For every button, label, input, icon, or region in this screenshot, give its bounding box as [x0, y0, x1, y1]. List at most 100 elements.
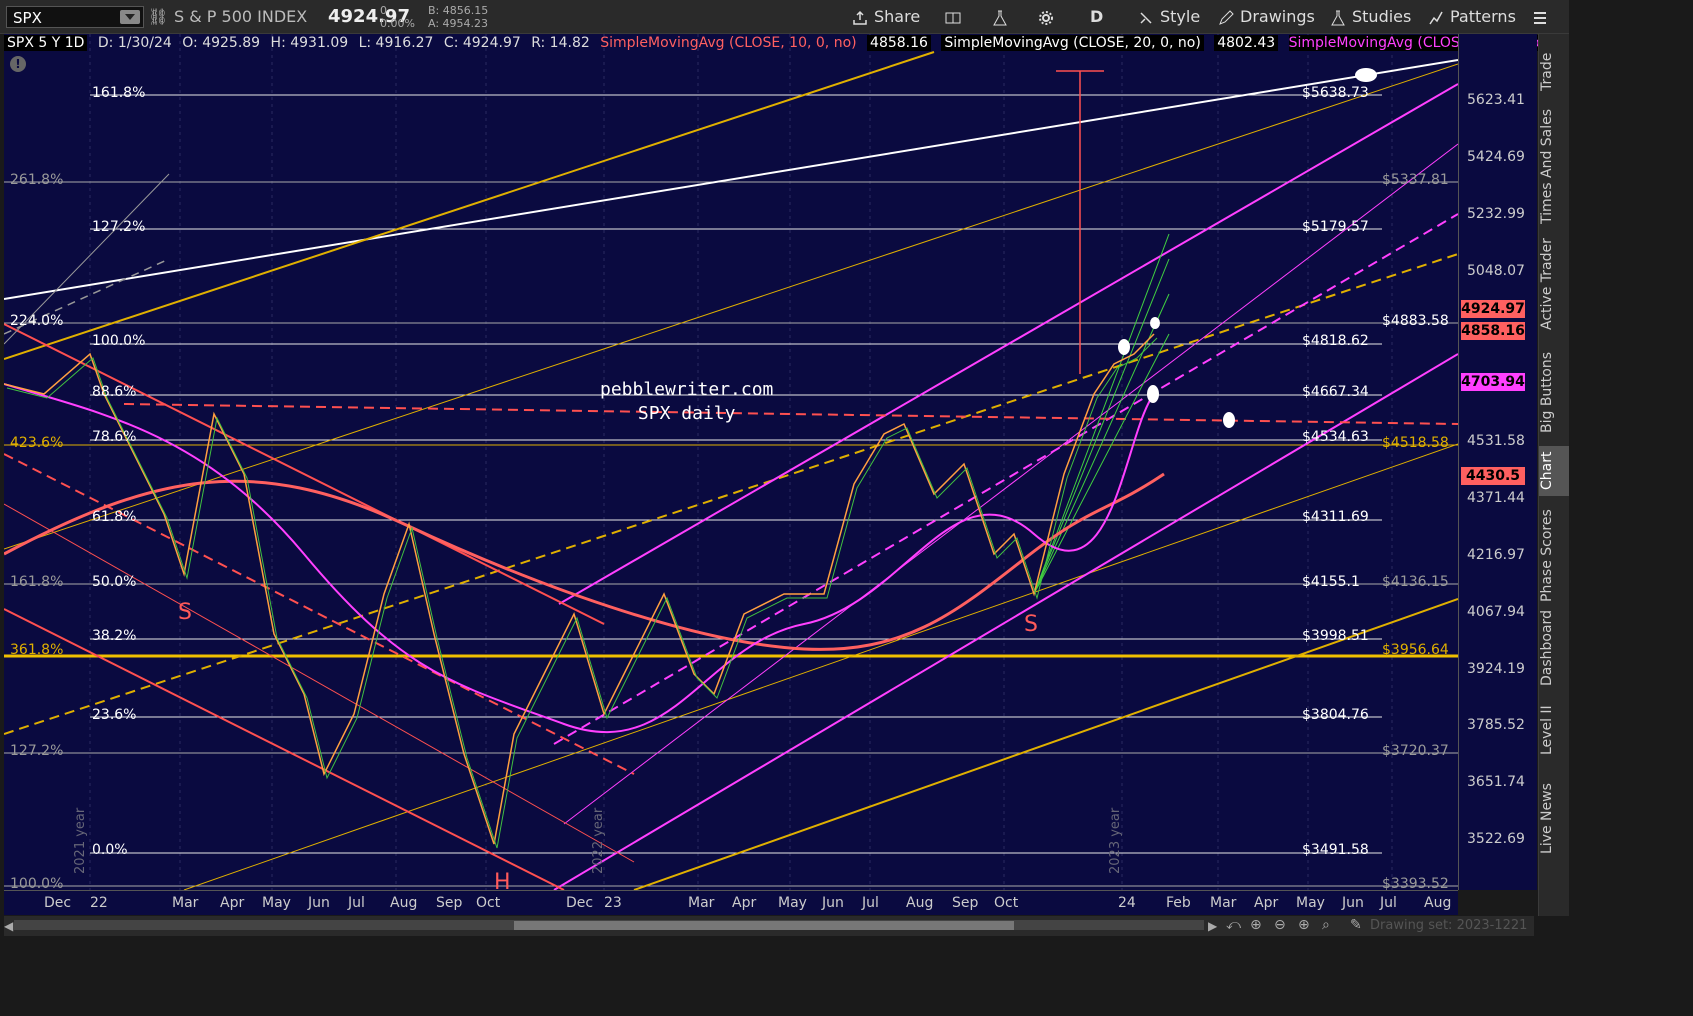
pattern-head: H: [494, 870, 511, 890]
style-label: Style: [1160, 7, 1201, 26]
time-axis-label: Apr: [220, 895, 245, 911]
net-change-pct: 0.00%: [380, 17, 415, 30]
settings-button[interactable]: [1038, 5, 1060, 29]
time-axis-label: 24: [1118, 895, 1136, 911]
gear-icon: [1039, 10, 1053, 25]
fib-level-pct: 88.6%: [92, 384, 137, 400]
sidebar-tab-level-ii[interactable]: Level II: [1539, 694, 1569, 766]
sidebar-tab-phase-scores[interactable]: Phase Scores: [1539, 504, 1569, 608]
ask-price: A: 4954.23: [428, 17, 489, 30]
link-icon[interactable]: ⛓: [148, 7, 168, 26]
bar-range: R: 14.82: [531, 35, 590, 51]
style-button[interactable]: Style: [1138, 5, 1200, 29]
pencil-edit-icon[interactable]: ✎: [1350, 917, 1362, 933]
sma10-label[interactable]: SimpleMovingAvg (CLOSE, 10, 0, no): [600, 35, 856, 51]
fib-level-price: $5179.57: [1302, 219, 1369, 235]
sidebar-tab-trade[interactable]: Trade: [1539, 42, 1569, 102]
sidebar-tab-big-buttons[interactable]: Big Buttons: [1539, 344, 1569, 440]
fib-ext-price: $5337.81: [1382, 172, 1449, 188]
bid-price: B: 4856.15: [428, 4, 489, 17]
zoom-out-icon[interactable]: ⊖: [1274, 917, 1286, 933]
sidebar-tab-active-trader[interactable]: Active Trader: [1539, 234, 1569, 334]
time-axis-label: Jul: [348, 895, 365, 911]
info-icon[interactable]: !: [10, 56, 26, 72]
menu-button[interactable]: [1532, 5, 1554, 29]
scroll-track[interactable]: [14, 920, 1204, 930]
timeframe-button[interactable]: D: [1090, 5, 1103, 29]
fib-level-pct: 61.8%: [92, 509, 137, 525]
sidebar-tab-live-news[interactable]: Live News: [1539, 774, 1569, 864]
fib-ext-pct: 100.0%: [10, 876, 64, 890]
fib-level-pct: 78.6%: [92, 429, 137, 445]
flask-button[interactable]: [992, 5, 1014, 29]
sidebar-tab-times-and-sales[interactable]: Times And Sales: [1539, 106, 1569, 226]
time-axis-label: Jul: [862, 895, 879, 911]
fib-level-price: $5638.73: [1302, 85, 1369, 101]
drawings-button[interactable]: Drawings: [1218, 5, 1315, 29]
fib-level-price: $4155.1: [1302, 574, 1360, 590]
time-axis-label: Aug: [906, 895, 934, 911]
fib-ext-price: $4883.58: [1382, 313, 1449, 329]
fib-ext-price: $4518.58: [1382, 435, 1449, 451]
time-axis-label: 23: [604, 895, 622, 911]
fib-level-price: $4818.62: [1302, 333, 1369, 349]
chart-area[interactable]: 2021 year 2022 year 2023 year 161.8% $563…: [4, 34, 1458, 890]
share-icon: [853, 10, 867, 25]
sma10-value: 4858.16: [867, 35, 931, 51]
right-sidebar: Trade Times And Sales Active Trader Big But…: [1538, 34, 1569, 916]
share-button[interactable]: Share: [852, 5, 920, 29]
fib-level-price: $4311.69: [1302, 509, 1369, 525]
zoom-area-icon[interactable]: ⌕: [1322, 917, 1330, 933]
notebook-button[interactable]: [945, 5, 967, 29]
bar-close: C: 4924.97: [443, 35, 521, 51]
price-axis-tag: 4430.5: [1461, 467, 1525, 485]
list-icon: [1534, 11, 1546, 24]
symbol-input[interactable]: SPX: [6, 6, 144, 28]
notebook-icon: [945, 12, 961, 23]
sma20-label[interactable]: SimpleMovingAvg (CLOSE, 20, 0, no): [941, 35, 1204, 51]
studies-button[interactable]: Studies: [1330, 5, 1411, 29]
scroll-right-icon[interactable]: ▶: [1208, 919, 1217, 933]
time-axis-label: 22: [90, 895, 108, 911]
studies-label: Studies: [1352, 7, 1412, 26]
time-axis-label: Jul: [1380, 895, 1397, 911]
time-axis-label: Apr: [732, 895, 757, 911]
fib-level-price: $3491.58: [1302, 842, 1369, 858]
time-axis[interactable]: Dec 22 Mar Apr May Jun Jul Aug Sep Oct Dec 23 Mar Apr…: [4, 890, 1458, 915]
fib-ext-pct: 423.6%: [10, 435, 64, 451]
price-axis-label: 3651.74: [1467, 774, 1525, 790]
time-axis-label: May: [262, 895, 291, 911]
time-axis-label: Dec: [44, 895, 72, 911]
time-axis-label: Feb: [1166, 895, 1191, 911]
fib-ext-pct: 224.0%: [10, 313, 64, 329]
chart-scrollbar[interactable]: ◀ ▶ ⤺ ⊕ ⊖ ⊕ ⌕ ✎: [4, 916, 1534, 936]
time-axis-label: Oct: [994, 895, 1019, 911]
pattern-shoulder-left: S: [178, 600, 192, 625]
time-axis-label: May: [1296, 895, 1325, 911]
sidebar-tab-dashboard[interactable]: Dashboard: [1539, 610, 1569, 686]
zoom-in-icon[interactable]: ⊕: [1298, 917, 1310, 933]
symbol-dropdown-icon[interactable]: [120, 10, 140, 24]
time-axis-label: Dec: [566, 895, 594, 911]
bar-high: H: 4931.09: [270, 35, 349, 51]
scroll-left-icon[interactable]: ◀: [4, 919, 13, 933]
sma20-value: 4802.43: [1214, 35, 1279, 51]
reset-icon[interactable]: ⤺: [1226, 917, 1241, 933]
scroll-thumb[interactable]: [514, 921, 1014, 930]
fib-ext-price: $3720.37: [1382, 743, 1449, 759]
pan-icon[interactable]: ⊕: [1250, 917, 1262, 933]
share-label: Share: [874, 7, 921, 26]
time-axis-label: Jun: [1342, 895, 1364, 911]
price-axis-label: 4067.94: [1467, 604, 1525, 620]
fib-level-price: $4667.34: [1302, 384, 1369, 400]
patterns-button[interactable]: Patterns: [1428, 5, 1516, 29]
watermark-site: pebblewriter.com: [600, 379, 774, 400]
time-axis-label: Aug: [390, 895, 418, 911]
svg-text:2023 year: 2023 year: [1108, 807, 1123, 874]
sidebar-tab-chart[interactable]: Chart: [1539, 446, 1569, 496]
time-axis-label: Aug: [1424, 895, 1452, 911]
pencil-icon: [1219, 9, 1234, 25]
fib-level-pct: 38.2%: [92, 628, 137, 644]
fib-level-price: $4534.63: [1302, 429, 1369, 445]
price-axis[interactable]: 5623.41 5424.69 5232.99 5048.07 4531.58 4371.…: [1458, 34, 1537, 890]
